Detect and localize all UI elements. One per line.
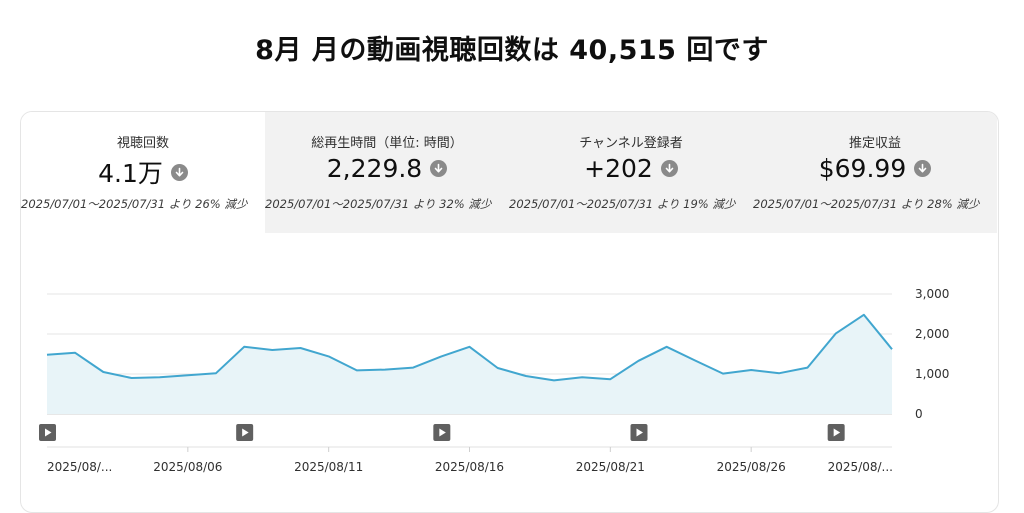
- data-point: [74, 351, 77, 354]
- x-tick-label: 2025/08/...: [828, 460, 893, 474]
- data-point: [806, 366, 809, 369]
- play-icon[interactable]: [433, 424, 451, 441]
- data-point: [384, 368, 387, 371]
- data-point: [553, 379, 556, 382]
- data-point: [158, 376, 161, 379]
- data-point: [834, 332, 837, 335]
- data-point: [665, 345, 668, 348]
- y-tick-label: 1,000: [915, 367, 949, 381]
- data-point: [46, 353, 49, 356]
- data-point: [637, 359, 640, 362]
- x-tick-label: 2025/08/...: [47, 460, 112, 474]
- data-point: [609, 378, 612, 381]
- data-point: [355, 369, 358, 372]
- data-point: [581, 376, 584, 379]
- play-icon[interactable]: [630, 424, 648, 441]
- x-tick-label: 2025/08/26: [717, 460, 786, 474]
- data-point: [412, 366, 415, 369]
- data-point: [130, 377, 133, 380]
- views-area: [47, 314, 892, 414]
- data-point: [468, 345, 471, 348]
- data-point: [862, 313, 865, 316]
- x-tick-label: 2025/08/21: [576, 460, 645, 474]
- x-tick-label: 2025/08/06: [153, 460, 222, 474]
- data-point: [722, 372, 725, 375]
- data-point: [327, 355, 330, 358]
- data-point: [496, 367, 499, 370]
- data-point: [102, 371, 105, 374]
- data-point: [891, 348, 894, 351]
- data-point: [299, 347, 302, 350]
- data-point: [750, 369, 753, 372]
- data-point: [693, 359, 696, 362]
- data-point: [778, 372, 781, 375]
- x-tick-label: 2025/08/16: [435, 460, 504, 474]
- data-point: [243, 345, 246, 348]
- y-tick-label: 0: [915, 407, 923, 421]
- views-chart: 3,000 2,000 1,000 0 2025/08/... 2025/08/06 202…: [39, 287, 949, 474]
- x-tick-label: 2025/08/11: [294, 460, 363, 474]
- data-point: [186, 374, 189, 377]
- data-point: [524, 375, 527, 378]
- data-point: [271, 349, 274, 352]
- play-icon[interactable]: [39, 424, 56, 441]
- data-point: [215, 372, 218, 375]
- play-icon[interactable]: [827, 424, 845, 441]
- data-point: [440, 355, 443, 358]
- y-tick-label: 3,000: [915, 287, 949, 301]
- y-tick-label: 2,000: [915, 327, 949, 341]
- play-icon[interactable]: [236, 424, 254, 441]
